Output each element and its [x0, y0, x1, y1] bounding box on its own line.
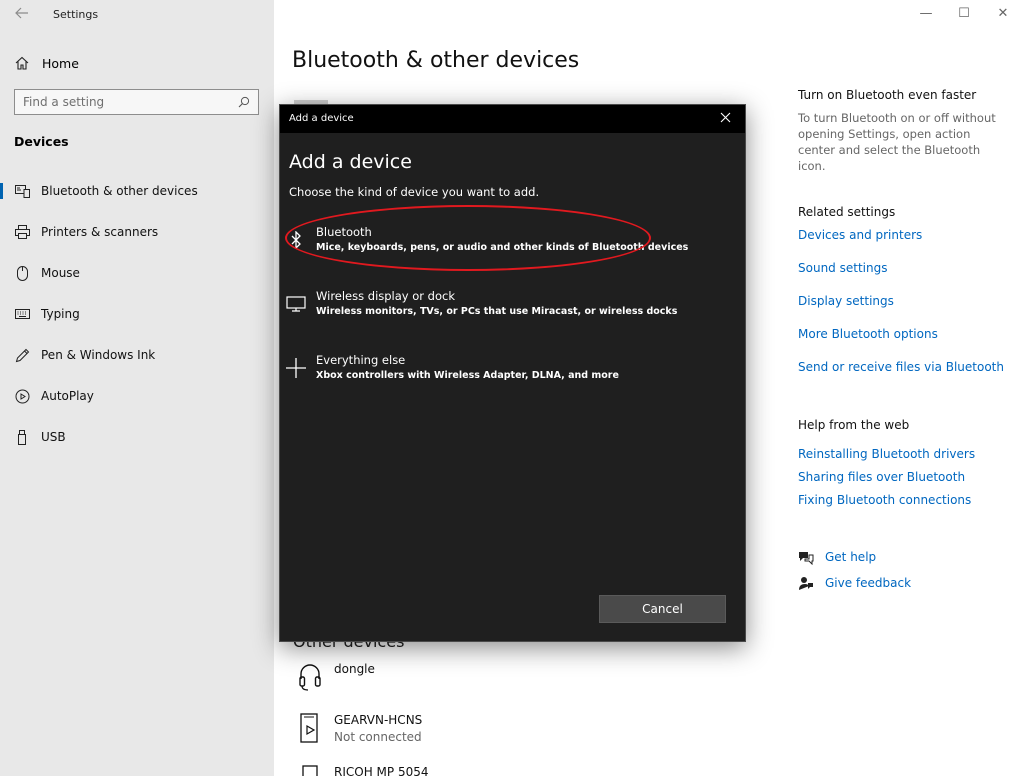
- media-device-icon: [296, 713, 324, 745]
- sidebar-item-bluetooth[interactable]: Bluetooth & other devices: [0, 174, 274, 208]
- option-wireless-display[interactable]: Wireless display or dock Wireless monito…: [285, 289, 725, 333]
- page-title: Bluetooth & other devices: [292, 48, 580, 73]
- option-everything-else[interactable]: Everything else Xbox controllers with Wi…: [285, 353, 725, 397]
- tip-heading: Turn on Bluetooth even faster: [798, 88, 977, 102]
- sidebar: Settings Home Find a setting Devices Blu…: [0, 0, 274, 776]
- back-arrow-icon[interactable]: [12, 6, 32, 24]
- link-sharing-files[interactable]: Sharing files over Bluetooth: [798, 470, 965, 484]
- link-send-receive-files[interactable]: Send or receive files via Bluetooth: [798, 360, 1004, 374]
- chat-help-icon: [798, 549, 814, 565]
- section-title: Devices: [14, 134, 69, 149]
- link-display-settings[interactable]: Display settings: [798, 294, 894, 308]
- search-placeholder: Find a setting: [23, 95, 105, 109]
- sidebar-item-label: Typing: [41, 307, 80, 321]
- link-more-bluetooth-options[interactable]: More Bluetooth options: [798, 327, 938, 341]
- sidebar-item-label: Mouse: [41, 266, 80, 280]
- dialog-heading: Add a device: [289, 151, 412, 173]
- option-title: Bluetooth: [316, 225, 372, 239]
- bluetooth-devices-icon: [14, 183, 30, 199]
- sidebar-item-label: AutoPlay: [41, 389, 94, 403]
- option-title: Everything else: [316, 353, 406, 367]
- home-nav-item[interactable]: Home: [14, 53, 79, 73]
- option-desc: Wireless monitors, TVs, or PCs that use …: [316, 306, 678, 317]
- link-reinstalling-drivers[interactable]: Reinstalling Bluetooth drivers: [798, 447, 975, 461]
- add-device-dialog: Add a device Add a device Choose the kin…: [279, 104, 746, 642]
- link-fixing-connections[interactable]: Fixing Bluetooth connections: [798, 493, 971, 507]
- sidebar-item-label: Pen & Windows Ink: [41, 348, 156, 362]
- dialog-subtitle: Choose the kind of device you want to ad…: [289, 185, 540, 199]
- sidebar-item-label: USB: [41, 430, 66, 444]
- option-bluetooth[interactable]: Bluetooth Mice, keyboards, pens, or audi…: [285, 225, 725, 269]
- device-item[interactable]: dongle: [296, 662, 375, 694]
- give-feedback-label: Give feedback: [825, 576, 912, 590]
- home-icon: [14, 55, 30, 71]
- maximize-button[interactable]: ☐: [955, 6, 973, 22]
- sidebar-item-autoplay[interactable]: AutoPlay: [0, 379, 274, 413]
- search-input[interactable]: Find a setting: [14, 89, 259, 115]
- sidebar-item-usb[interactable]: USB: [0, 420, 274, 454]
- dialog-close-icon[interactable]: [717, 111, 733, 127]
- link-devices-and-printers[interactable]: Devices and printers: [798, 228, 922, 242]
- link-sound-settings[interactable]: Sound settings: [798, 261, 887, 275]
- sidebar-item-mouse[interactable]: Mouse: [0, 256, 274, 290]
- sidebar-item-pen[interactable]: Pen & Windows Ink: [0, 338, 274, 372]
- home-label: Home: [42, 55, 79, 71]
- device-name: RICOH MP 5054: [334, 765, 429, 776]
- related-settings-heading: Related settings: [798, 205, 896, 219]
- minimize-button[interactable]: —: [917, 6, 935, 22]
- usb-icon: [14, 429, 30, 445]
- device-status: Not connected: [334, 730, 422, 744]
- sidebar-item-printers[interactable]: Printers & scanners: [0, 215, 274, 249]
- get-help-label: Get help: [825, 550, 877, 564]
- device-item[interactable]: GEARVN-HCNS Not connected: [296, 713, 422, 745]
- app-title: Settings: [53, 8, 99, 21]
- keyboard-icon: [14, 306, 30, 322]
- dialog-titlebar-text: Add a device: [289, 113, 354, 124]
- pen-icon: [14, 347, 30, 363]
- search-icon[interactable]: [238, 93, 250, 112]
- cancel-button[interactable]: Cancel: [599, 595, 726, 623]
- monitor-icon: [285, 293, 307, 315]
- dialog-titlebar: Add a device: [280, 105, 745, 133]
- plus-icon: [285, 357, 307, 379]
- get-help-link[interactable]: Get help: [798, 549, 876, 565]
- device-item[interactable]: RICOH MP 5054: [296, 765, 428, 776]
- help-heading: Help from the web: [798, 418, 910, 432]
- close-window-button[interactable]: ✕: [994, 6, 1012, 22]
- mouse-icon: [14, 265, 30, 281]
- device-name: GEARVN-HCNS: [334, 713, 423, 727]
- autoplay-icon: [14, 388, 30, 404]
- option-title: Wireless display or dock: [316, 289, 455, 303]
- printer-device-icon: [296, 765, 324, 776]
- tip-text: To turn Bluetooth on or off without open…: [798, 111, 996, 173]
- give-feedback-link[interactable]: Give feedback: [798, 575, 911, 591]
- option-desc: Mice, keyboards, pens, or audio and othe…: [316, 242, 689, 253]
- feedback-icon: [798, 575, 814, 591]
- bluetooth-icon: [285, 229, 307, 251]
- printer-icon: [14, 224, 30, 240]
- option-desc: Xbox controllers with Wireless Adapter, …: [316, 370, 619, 381]
- sidebar-item-label: Bluetooth & other devices: [41, 184, 198, 198]
- sidebar-item-label: Printers & scanners: [41, 225, 159, 239]
- device-name: dongle: [334, 662, 375, 676]
- sidebar-item-typing[interactable]: Typing: [0, 297, 274, 331]
- headset-icon: [296, 662, 324, 694]
